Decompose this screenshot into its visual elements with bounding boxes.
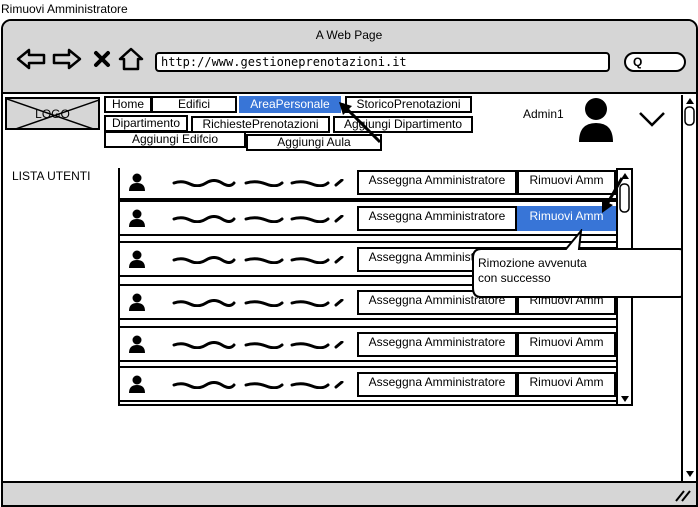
nav-area-personale[interactable]: AreaPersonale [239,96,341,113]
user-icon [129,375,145,393]
page-scrollbar[interactable] [681,95,696,481]
assign-admin-button[interactable]: Asseggna Amministratore [357,206,517,231]
tooltip-message: Rimozione avvenuta con successo [478,256,598,286]
logo-text: LOGO [35,107,70,121]
pointer-arrow-icon [602,177,624,213]
remove-admin-button[interactable]: Rimuovi Amm [517,372,616,397]
logo-placeholder: LOGO [5,97,100,130]
user-icon [129,173,145,191]
page-caption: Rimuovi Amministratore [1,2,128,16]
nav-edifici[interactable]: Edifici [151,96,237,113]
user-name-placeholder [172,341,344,349]
user-icon [129,209,145,227]
assign-admin-button[interactable]: Asseggna Amministratore [357,332,517,357]
window-title: A Web Page [315,28,383,42]
close-icon[interactable] [90,44,114,74]
user-name-placeholder [172,256,344,264]
user-avatar-icon[interactable] [577,96,615,144]
back-arrow-icon[interactable] [14,44,48,74]
status-bar [3,481,696,505]
resize-grip-icon[interactable] [674,487,692,503]
list-title: LISTA UTENTI [12,169,91,183]
tooltip-line-2: con successo [478,271,551,285]
assign-admin-button[interactable]: Asseggna Amministratore [357,372,517,397]
user-name-placeholder [172,179,344,187]
nav-dipartimento[interactable]: Dipartimento [104,115,188,132]
remove-admin-button[interactable]: Rimuovi Amm [517,332,616,357]
tooltip-line-1: Rimozione avvenuta [478,256,587,270]
nav-home[interactable]: Home [104,96,152,113]
user-name-placeholder [172,381,344,389]
search-icon[interactable]: Q [624,52,686,72]
user-icon [129,293,145,311]
chevron-down-icon[interactable] [638,110,666,128]
forward-arrow-icon[interactable] [50,44,84,74]
table-row: Asseggna AmministratoreRimuovi Amm [120,366,616,402]
cursor-arrow-icon [339,102,382,144]
assign-admin-button[interactable]: Asseggna Amministratore [357,170,517,195]
home-icon[interactable] [116,44,146,74]
address-bar[interactable]: http://www.gestioneprenotazioni.it [155,52,610,72]
table-row: Asseggna AmministratoreRimuovi Amm [120,168,616,200]
user-name-placeholder [172,215,344,223]
user-icon [129,335,145,353]
table-row: Asseggna AmministratoreRimuovi Amm [120,326,616,362]
nav-aggiungi-edificio[interactable]: Aggiungi Edifcio [104,131,246,148]
user-name-placeholder [172,299,344,307]
admin-username: Admin1 [523,107,564,121]
user-icon [129,250,145,268]
